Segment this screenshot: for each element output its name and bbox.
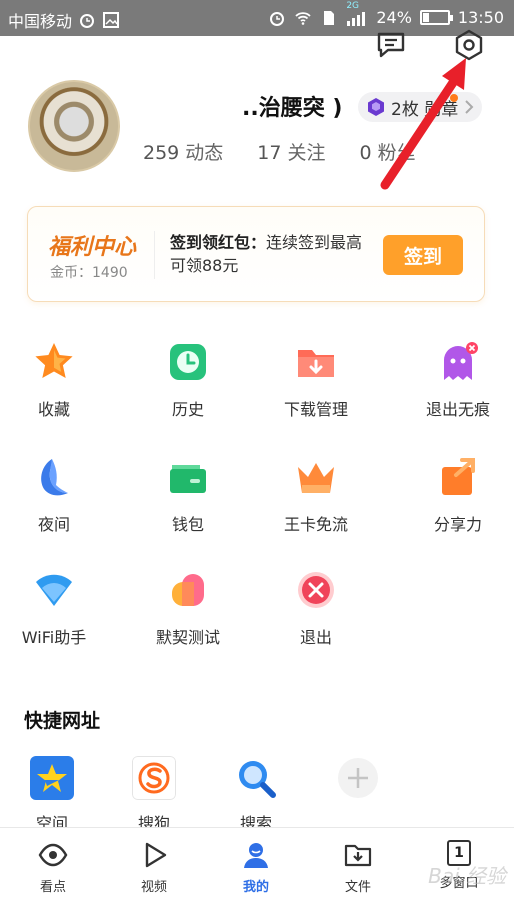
quick-link-add[interactable] [318, 756, 398, 800]
username[interactable]: ..治腰突 ) [242, 90, 342, 122]
add-icon [338, 758, 378, 798]
grid-item-history[interactable]: 历史 [128, 340, 248, 420]
red-arrow-annotation [380, 58, 466, 190]
grid-item-king-card[interactable]: 王卡免流 [256, 455, 376, 535]
clock-icon [170, 344, 206, 380]
search-icon [239, 761, 276, 798]
grid-item-wallet[interactable]: 钱包 [128, 455, 248, 535]
stat-posts[interactable]: 259 动态 [143, 138, 223, 165]
grid-item-downloads[interactable]: 下载管理 [256, 340, 376, 420]
clock-time: 13:50 [457, 8, 504, 27]
wifi-status-icon [295, 11, 311, 25]
close-circle-icon [298, 572, 334, 608]
battery-icon [419, 10, 453, 25]
sim-icon [324, 10, 335, 25]
grid-item-wifi-assistant[interactable]: WiFi助手 [0, 568, 114, 648]
quick-link-qzone[interactable]: 空间 [12, 756, 92, 834]
grid-item-share-power[interactable]: 分享力 [398, 455, 514, 535]
play-icon [145, 842, 167, 868]
crown-icon [298, 463, 334, 493]
carrier-label: 中国移动 [8, 12, 73, 31]
grid-item-night-mode[interactable]: 夜间 [0, 455, 114, 535]
quick-links-title: 快捷网址 [24, 710, 101, 732]
checkin-button[interactable]: 签到 [383, 235, 463, 275]
grid-item-exit[interactable]: 退出 [256, 568, 376, 648]
nav-tab-files[interactable]: 文件 [313, 840, 403, 895]
welfare-center-card[interactable]: 福利中心 金币：1490 签到领红包：连续签到最高可领88元 签到 [27, 206, 485, 302]
sogou-icon [132, 756, 176, 800]
grid-item-favorites[interactable]: 收藏 [0, 340, 114, 420]
moon-icon [41, 459, 68, 496]
network-type-badge: 2G [346, 0, 360, 11]
divider [154, 231, 155, 279]
hearts-icon [172, 574, 204, 606]
nav-tab-me[interactable]: 我的 [211, 840, 301, 895]
wallet-icon [170, 465, 206, 493]
coin-balance: 金币：1490 [50, 265, 128, 281]
wifi-icon [36, 574, 72, 606]
star-icon [35, 343, 73, 378]
alarm-icon [80, 14, 95, 28]
watermark: Bai 经验 [428, 864, 506, 888]
checkin-description: 签到领红包：连续签到最高可领88元 [170, 233, 363, 275]
nav-tab-kandian[interactable]: 看点 [8, 840, 98, 895]
user-icon [244, 843, 268, 868]
quick-link-sogou[interactable]: 搜狗 [114, 756, 194, 834]
eye-icon [38, 843, 68, 867]
alarm-icon [270, 11, 285, 26]
folder-download-icon [344, 844, 372, 867]
download-folder-icon [298, 350, 334, 377]
stat-following[interactable]: 17 关注 [257, 138, 325, 165]
welfare-title: 福利中心 [48, 234, 137, 260]
battery-percent: 24% [376, 8, 412, 27]
share-icon [442, 458, 475, 495]
quick-link-search[interactable]: 搜索 [216, 756, 296, 834]
signal-icon: 2G [346, 1, 368, 27]
ghost-icon [444, 342, 478, 380]
grid-item-exit-incognito[interactable]: 退出无痕 [398, 340, 514, 420]
qzone-icon [30, 756, 74, 800]
avatar[interactable] [28, 80, 120, 172]
nav-tab-video[interactable]: 视频 [109, 840, 199, 895]
grid-item-compatibility-test[interactable]: 默契测试 [128, 568, 248, 648]
image-icon [103, 12, 120, 28]
